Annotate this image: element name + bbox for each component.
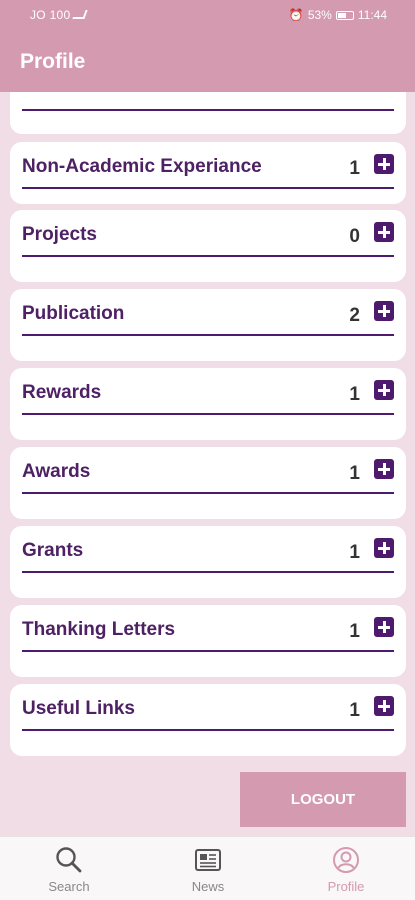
section-count: 0 bbox=[349, 226, 360, 247]
carrier-text: JO 100 bbox=[30, 8, 71, 22]
add-useful-link-button[interactable] bbox=[374, 696, 394, 716]
section-count: 1 bbox=[349, 621, 360, 642]
status-indicators: ⏰ 53% 11:44 bbox=[289, 8, 387, 22]
nav-label: News bbox=[191, 879, 225, 894]
nav-item-search[interactable]: Search bbox=[29, 837, 109, 900]
nav-label: Search bbox=[48, 879, 90, 894]
section-card-non-academic-experience: Non-Academic Experiance 1 bbox=[10, 142, 406, 204]
logout-button[interactable]: LOGOUT bbox=[240, 772, 406, 827]
section-card-partial bbox=[10, 92, 406, 134]
section-divider bbox=[22, 413, 394, 415]
section-label: Grants bbox=[22, 540, 84, 561]
add-thanking-letter-button[interactable] bbox=[374, 617, 394, 637]
add-non-academic-experience-button[interactable] bbox=[374, 154, 394, 174]
profile-section-list[interactable]: Non-Academic Experiance 1 Projects 0 Pub… bbox=[0, 92, 415, 835]
section-count: 1 bbox=[349, 384, 360, 405]
section-card-useful-links: Useful Links 1 bbox=[10, 684, 406, 756]
section-divider bbox=[22, 729, 394, 731]
section-divider bbox=[22, 571, 394, 573]
clock: 11:44 bbox=[357, 8, 387, 22]
add-grant-button[interactable] bbox=[374, 538, 394, 558]
section-count: 1 bbox=[349, 158, 360, 179]
page-title: Profile bbox=[20, 50, 86, 73]
nav-label: Profile bbox=[327, 879, 365, 894]
status-bar: JO 100 ⏰ 53% 11:44 bbox=[0, 0, 415, 30]
section-card-projects: Projects 0 bbox=[10, 210, 406, 282]
section-count: 1 bbox=[349, 700, 360, 721]
battery-percent: 53% bbox=[307, 8, 332, 22]
section-card-thanking-letters: Thanking Letters 1 bbox=[10, 605, 406, 677]
add-reward-button[interactable] bbox=[374, 380, 394, 400]
section-card-publication: Publication 2 bbox=[10, 289, 406, 361]
signal-icon bbox=[72, 10, 88, 19]
section-label: Rewards bbox=[22, 382, 102, 403]
news-icon bbox=[195, 849, 221, 871]
add-project-button[interactable] bbox=[374, 222, 394, 242]
section-divider bbox=[22, 492, 394, 494]
section-card-awards: Awards 1 bbox=[10, 447, 406, 519]
bottom-navigation: Search News Profile bbox=[0, 836, 415, 900]
section-count: 2 bbox=[349, 305, 360, 326]
carrier-info: JO 100 bbox=[30, 8, 88, 22]
section-label: Thanking Letters bbox=[22, 619, 176, 640]
alarm-icon: ⏰ bbox=[288, 8, 304, 22]
section-card-rewards: Rewards 1 bbox=[10, 368, 406, 440]
section-divider bbox=[22, 650, 394, 652]
nav-item-news[interactable]: News bbox=[168, 837, 248, 900]
section-divider bbox=[22, 187, 394, 189]
section-divider bbox=[22, 255, 394, 257]
section-label: Projects bbox=[22, 224, 97, 245]
section-count: 1 bbox=[349, 542, 360, 563]
section-divider bbox=[22, 109, 394, 111]
add-award-button[interactable] bbox=[374, 459, 394, 479]
section-label: Non-Academic Experiance bbox=[22, 156, 262, 177]
section-label: Useful Links bbox=[22, 698, 135, 719]
battery-icon bbox=[335, 10, 354, 20]
search-icon bbox=[56, 847, 82, 873]
app-bar: Profile bbox=[0, 30, 415, 92]
section-card-grants: Grants 1 bbox=[10, 526, 406, 598]
section-label: Awards bbox=[22, 461, 91, 482]
nav-item-profile[interactable]: Profile bbox=[306, 837, 386, 900]
section-label: Publication bbox=[22, 303, 125, 324]
add-publication-button[interactable] bbox=[374, 301, 394, 321]
section-count: 1 bbox=[349, 463, 360, 484]
profile-icon bbox=[333, 847, 359, 873]
section-divider bbox=[22, 334, 394, 336]
